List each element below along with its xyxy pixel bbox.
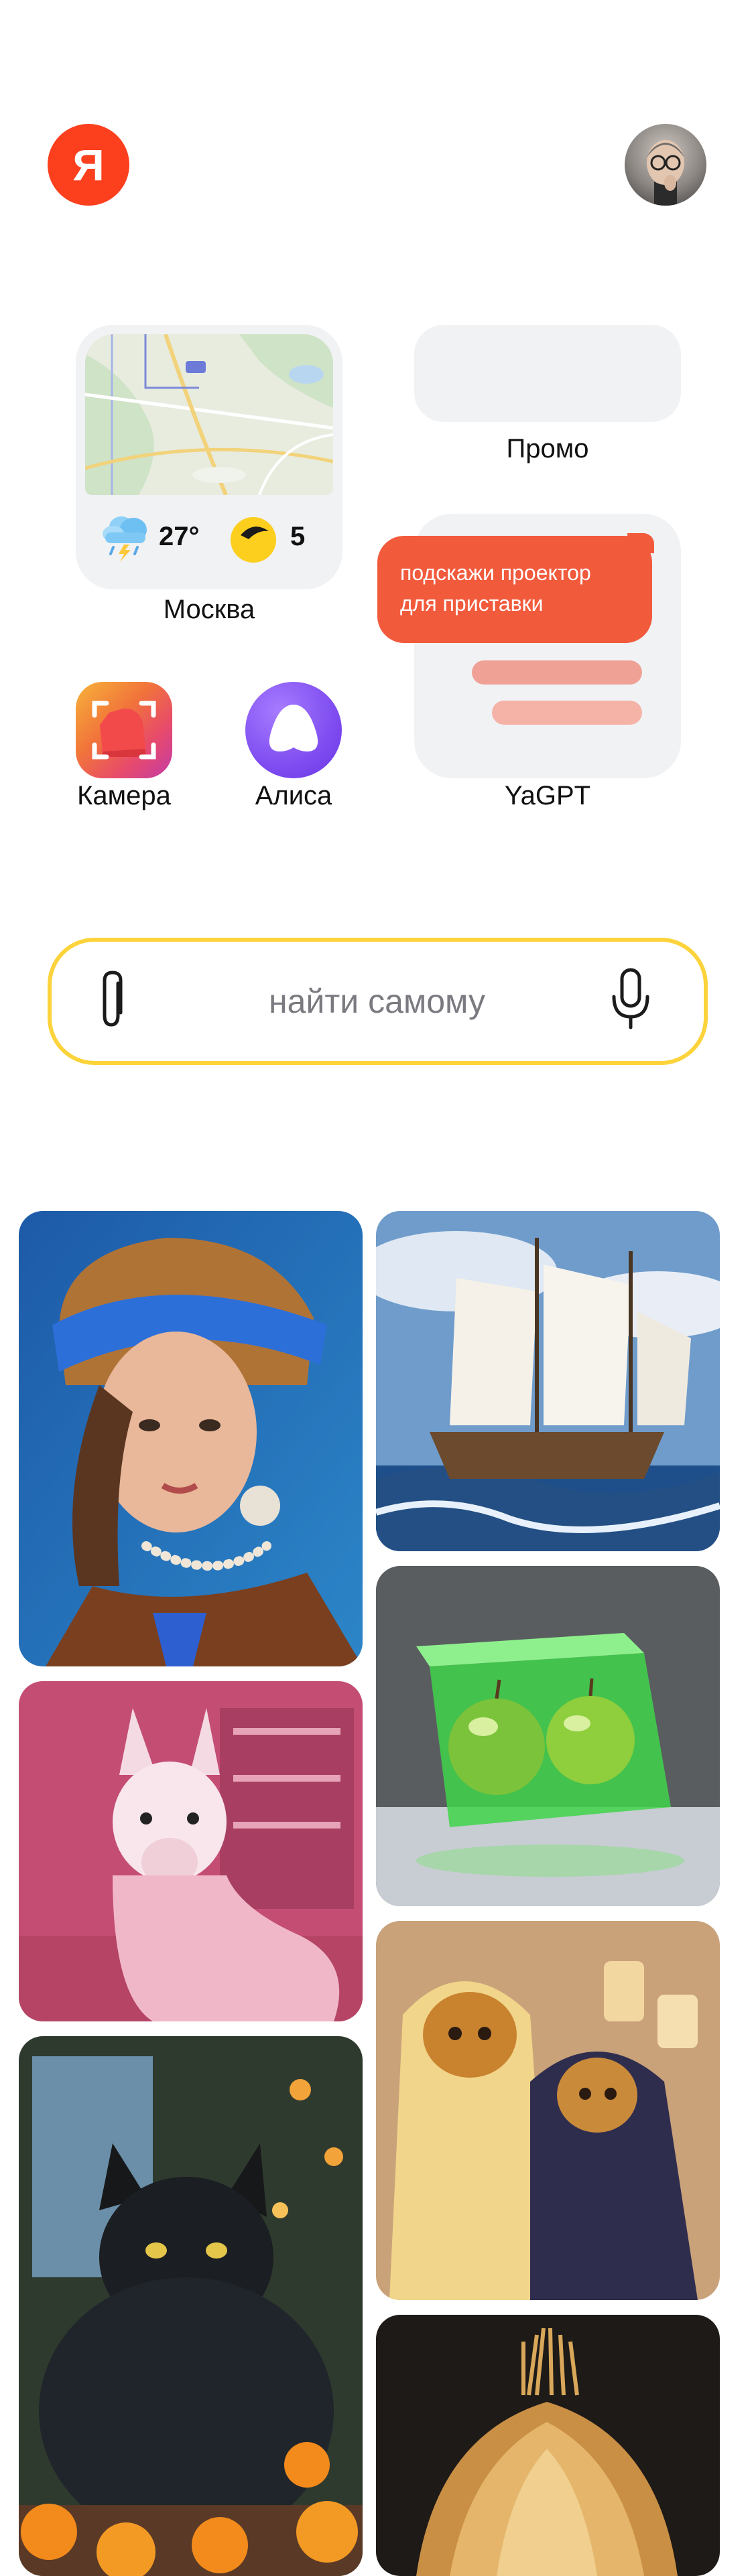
onion-image[interactable] xyxy=(376,2315,720,2576)
promo-card[interactable] xyxy=(414,325,681,422)
microphone-icon[interactable] xyxy=(607,958,654,1038)
alice-app-label: Алиса xyxy=(255,781,332,810)
yandex-logo[interactable]: Я xyxy=(48,124,129,206)
rain-thunder-cloud-icon xyxy=(97,507,153,563)
weather-row: 27° 5 xyxy=(76,499,342,579)
traffic-score: 5 xyxy=(290,522,306,551)
camera-app-icon[interactable] xyxy=(76,682,172,778)
yagpt-answer-placeholder-line xyxy=(492,701,642,725)
green-apples-in-cube-image[interactable] xyxy=(376,1566,720,1906)
user-avatar[interactable] xyxy=(625,124,706,206)
alice-assistant-icon[interactable] xyxy=(245,682,342,778)
yagpt-prompt-bubble[interactable]: подскажи проектор для приставки xyxy=(377,536,652,643)
search-input[interactable]: найти самому xyxy=(147,938,607,1065)
pink-llama-image[interactable] xyxy=(19,1681,363,2021)
promo-label: Промо xyxy=(506,434,589,463)
black-cat-with-tangerines-image[interactable] xyxy=(19,2036,363,2576)
temperature-value: 27° xyxy=(159,522,200,551)
yagpt-label: YaGPT xyxy=(504,781,591,810)
traffic-level-icon xyxy=(229,515,278,565)
city-widget[interactable]: 27° 5 xyxy=(76,325,342,589)
knitted-cats-image[interactable] xyxy=(376,1921,720,2300)
avatar-portrait-icon xyxy=(647,140,684,206)
city-name: Москва xyxy=(163,595,255,624)
map-image xyxy=(85,334,333,495)
yagpt-answer-placeholder-line xyxy=(472,660,642,685)
girl-with-pearl-earring-image[interactable] xyxy=(19,1211,363,1666)
city-map[interactable] xyxy=(85,334,333,495)
paperclip-icon[interactable] xyxy=(94,963,131,1037)
sailing-ship-image[interactable] xyxy=(376,1211,720,1551)
camera-app-label: Камера xyxy=(77,781,171,810)
